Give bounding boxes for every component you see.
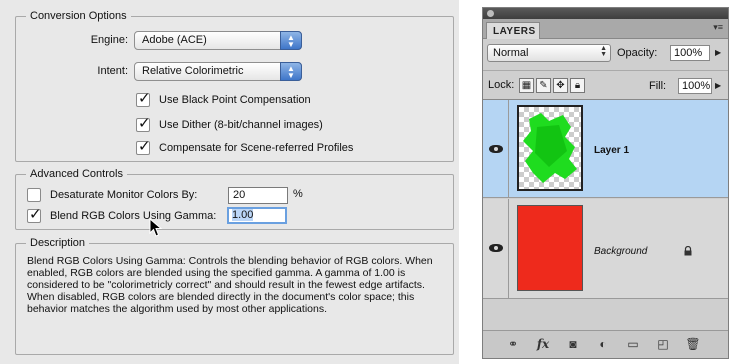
desaturate-checkbox[interactable]: [27, 188, 41, 202]
new-layer-icon[interactable]: ◰: [653, 337, 673, 351]
scene-referred-checkbox[interactable]: ✓: [136, 138, 151, 155]
chevron-updown-icon: ▲ ▼: [600, 45, 607, 58]
green-brush-strokes: [523, 113, 577, 183]
visibility-toggle[interactable]: [483, 199, 509, 298]
checkmark-icon: ✓: [138, 138, 151, 155]
engine-stepper-icon: ▲ ▼: [280, 31, 302, 50]
adjustment-icon[interactable]: ◐: [593, 337, 613, 351]
scene-referred-label: Compensate for Scene-referred Profiles: [159, 142, 354, 154]
layer-row-background[interactable]: Background: [483, 199, 728, 299]
desaturate-unit: %: [293, 188, 303, 200]
dither-checkbox[interactable]: ✓: [136, 115, 151, 132]
engine-value: Adobe (ACE): [142, 34, 207, 46]
blend-gamma-option[interactable]: ✓ Blend RGB Colors Using Gamma:: [27, 206, 227, 225]
blend-mode-value: Normal: [493, 47, 529, 59]
link-icon[interactable]: ⚭: [503, 337, 523, 351]
lock-all-icon[interactable]: 🔒︎: [570, 78, 585, 93]
blend-gamma-value: 1.00: [232, 209, 254, 221]
scene-referred-option[interactable]: ✓ Compensate for Scene-referred Profiles: [136, 138, 396, 157]
dither-option[interactable]: ✓ Use Dither (8-bit/channel images): [136, 115, 386, 134]
fx-icon[interactable]: fx: [533, 337, 553, 351]
fill-input[interactable]: 100%: [678, 78, 712, 94]
conversion-options-legend: Conversion Options: [30, 10, 127, 22]
blend-gamma-input[interactable]: 1.00: [227, 207, 287, 224]
description-legend: Description: [30, 237, 86, 249]
opacity-label: Opacity:: [617, 47, 658, 59]
layers-panel: LAYERS ▾≡ Normal ▲ ▼ Opacity: 100% ▶ Lock…: [482, 7, 729, 359]
layer-row-layer-1[interactable]: Layer 1: [483, 100, 728, 198]
fill-arrow-icon[interactable]: ▶: [715, 81, 721, 90]
fill-label: Fill:: [649, 80, 667, 92]
engine-select[interactable]: Adobe (ACE) ▲ ▼: [134, 31, 302, 50]
blend-mode-select[interactable]: Normal ▲ ▼: [487, 44, 611, 62]
checkmark-icon: ✓: [138, 115, 151, 132]
lock-position-icon[interactable]: ✥: [553, 78, 568, 93]
color-settings-dialog: Conversion Options Engine: Adobe (ACE) ▲…: [0, 0, 459, 364]
description-text: Blend RGB Colors Using Gamma: Controls t…: [27, 255, 433, 315]
panel-tabbar: LAYERS ▾≡: [483, 19, 728, 39]
visibility-toggle[interactable]: [483, 100, 509, 197]
layer-thumbnail: [517, 105, 583, 191]
intent-value: Relative Colorimetric: [142, 65, 244, 77]
blend-gamma-label: Blend RGB Colors Using Gamma:: [50, 210, 217, 222]
engine-label: Engine:: [90, 34, 128, 46]
desaturate-option[interactable]: Desaturate Monitor Colors By:: [27, 188, 227, 204]
eye-icon: [489, 145, 503, 153]
layer-thumbnail: [517, 205, 583, 291]
eye-icon: [489, 244, 503, 252]
opacity-arrow-icon[interactable]: ▶: [715, 48, 721, 57]
desaturate-input[interactable]: 20: [228, 187, 288, 204]
black-point-label: Use Black Point Compensation: [159, 94, 311, 106]
opacity-input[interactable]: 100%: [670, 45, 710, 61]
lock-label: Lock:: [488, 79, 515, 91]
desaturate-label: Desaturate Monitor Colors By:: [50, 189, 198, 201]
mouse-pointer-icon: [149, 218, 163, 237]
lock-transparency-icon[interactable]: ▦: [519, 78, 534, 93]
folder-icon[interactable]: ▭: [623, 337, 643, 351]
intent-label: Intent:: [97, 65, 128, 77]
tab-layers[interactable]: LAYERS: [486, 22, 540, 39]
mask-icon[interactable]: ◙: [563, 337, 583, 351]
black-point-checkbox[interactable]: ✓: [136, 90, 151, 107]
blend-gamma-checkbox[interactable]: ✓: [27, 206, 42, 223]
advanced-controls-legend: Advanced Controls: [30, 168, 123, 180]
intent-stepper-icon: ▲ ▼: [280, 62, 302, 81]
black-point-option[interactable]: ✓ Use Black Point Compensation: [136, 90, 386, 109]
dither-label: Use Dither (8-bit/channel images): [159, 119, 323, 131]
trash-icon[interactable]: 🗑︎: [683, 337, 703, 351]
intent-select[interactable]: Relative Colorimetric ▲ ▼: [134, 62, 302, 81]
checkmark-icon: ✓: [29, 206, 42, 223]
panel-titlebar: [483, 8, 728, 19]
checkmark-icon: ✓: [138, 90, 151, 107]
panel-menu-icon[interactable]: ▾≡: [713, 22, 723, 33]
close-icon[interactable]: [487, 10, 494, 17]
lock-pixels-icon[interactable]: ✎: [536, 78, 551, 93]
layers-bottom-toolbar: ⚭ fx ◙ ◐ ▭ ◰ 🗑︎: [483, 330, 728, 358]
layer-name[interactable]: Background: [594, 246, 647, 257]
lock-bar: Lock: ▦ ✎ ✥ 🔒︎ Fill: 100% ▶: [483, 70, 728, 100]
layer-name[interactable]: Layer 1: [594, 145, 629, 156]
lock-icon: [684, 246, 692, 256]
